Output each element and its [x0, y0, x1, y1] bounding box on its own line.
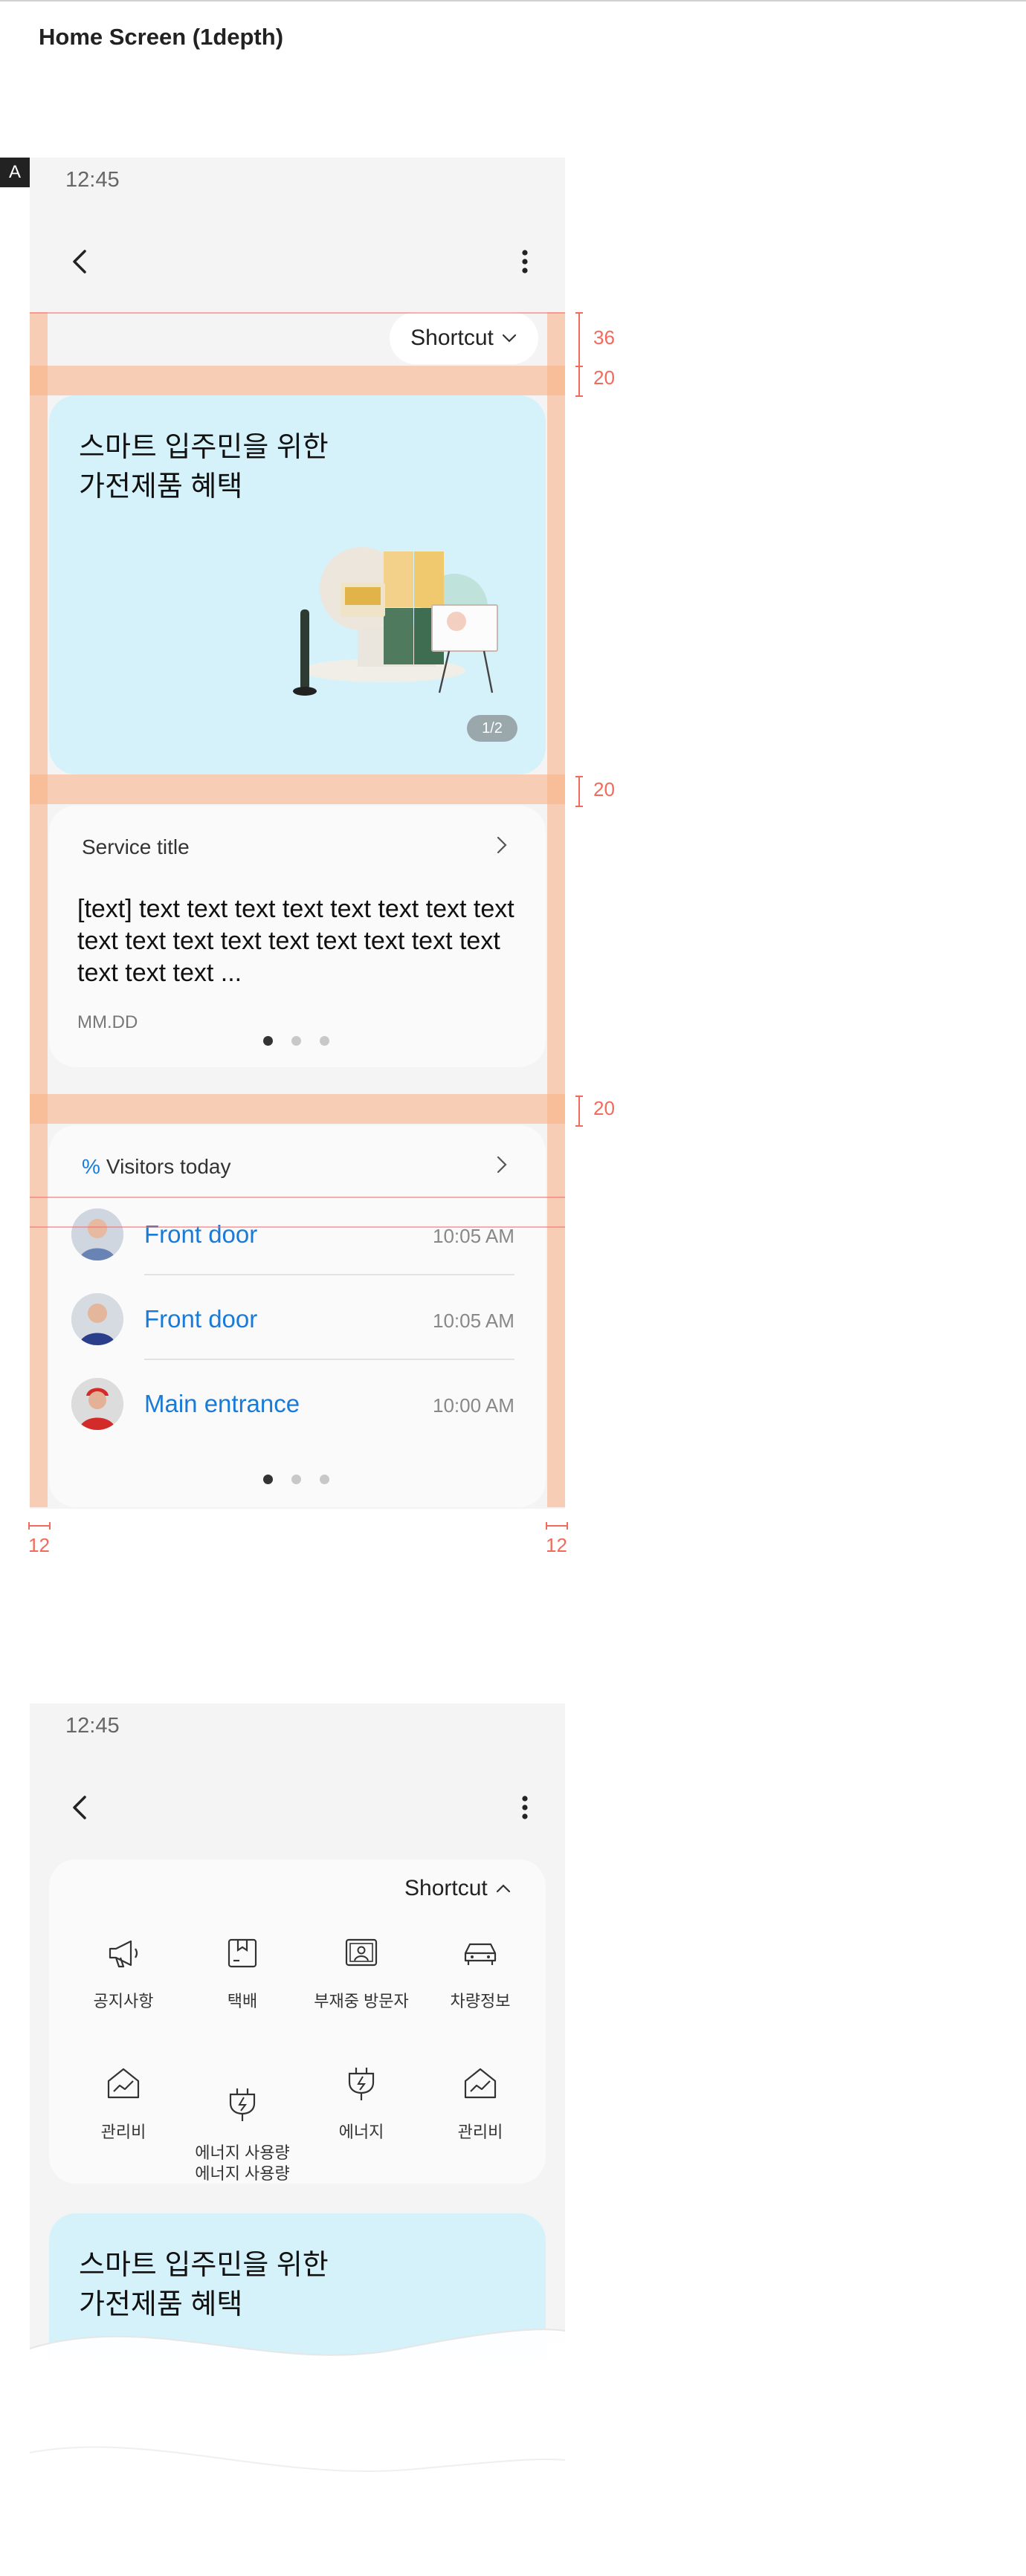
megaphone-icon — [109, 1940, 138, 1968]
service-title: Service title — [82, 835, 190, 858]
visitor-row[interactable]: Front door 10:05 AM — [71, 1208, 532, 1275]
margin-overlay-left — [30, 312, 48, 1507]
service-body-text: [text] text text text text text text tex… — [77, 895, 514, 987]
row-divider — [144, 1359, 514, 1360]
shortcut-energy-usage[interactable]: 에너지 사용량 에너지 사용량 — [183, 2065, 302, 2205]
spec-gap: 20 — [593, 1097, 615, 1119]
shortcut-label: 택배 — [227, 1992, 258, 2010]
shortcut-label: Shortcut — [410, 326, 494, 350]
chevron-right-icon — [497, 1156, 507, 1174]
shortcut-label: 공지사항 — [93, 1992, 154, 2010]
spec-gap: 20 — [593, 778, 615, 800]
back-icon[interactable] — [65, 1793, 95, 1822]
shortcut-button[interactable]: Shortcut — [390, 312, 538, 364]
hero-pager-badge: 1/2 — [467, 715, 517, 742]
page-title: Home Screen (1depth) — [39, 24, 284, 50]
dimension-bracket — [28, 1522, 51, 1530]
shortcut-fee[interactable]: 관리비 — [421, 2065, 540, 2143]
visitor-location: Front door — [144, 1220, 258, 1248]
visitors-prefix: % — [82, 1155, 100, 1178]
service-date: MM.DD — [77, 1012, 138, 1032]
car-icon — [464, 1943, 497, 1965]
package-icon — [228, 1938, 257, 1968]
shortcut-label: 에너지 사용량 에너지 사용량 — [195, 2143, 290, 2183]
spec-gap: 20 — [593, 366, 615, 389]
dimension-bracket — [546, 1522, 568, 1530]
page-dot — [320, 1036, 329, 1046]
shortcut-label: 부재중 방문자 — [314, 1992, 409, 2010]
dimension-bracket — [575, 366, 583, 397]
spec-shortcut-height: 36 — [593, 326, 615, 349]
fade-wave — [30, 2329, 565, 2557]
fee-chart-icon — [107, 2068, 140, 2099]
visitor-location: Main entrance — [144, 1390, 300, 1417]
shortcut-notice[interactable]: 공지사항 — [64, 1934, 183, 2012]
chevron-up-icon — [496, 1884, 510, 1893]
visitor-time: 10:00 AM — [433, 1394, 514, 1417]
guide-line — [30, 1197, 565, 1198]
shortcut-label: 에너지 — [338, 2123, 384, 2141]
page-dot-active — [263, 1475, 273, 1484]
more-options-icon[interactable] — [510, 1793, 540, 1822]
visitor-avatar — [71, 1208, 123, 1261]
appliances-illustration — [293, 547, 498, 696]
guide-line — [30, 312, 565, 314]
shortcut-missed-visitor[interactable]: 부재중 방문자 — [302, 1934, 421, 2012]
page-dot — [291, 1036, 301, 1046]
screen-marker: A — [0, 158, 30, 187]
shortcut-toggle[interactable]: Shortcut — [404, 1876, 512, 1901]
visitor-row[interactable]: Main entrance 10:00 AM — [71, 1378, 532, 1445]
top-divider — [0, 0, 1026, 1]
visitors-title: % Visitors today — [82, 1155, 231, 1178]
energy-plug-icon — [229, 2088, 256, 2121]
visitor-avatar — [71, 1293, 123, 1345]
phone-screen-1: 12:45 Shortcut 스마트 입주민을 위한 가전제품 혜택 1/2 S… — [30, 158, 565, 1509]
hero-title: 스마트 입주민을 위한 가전제품 혜택 — [79, 432, 329, 502]
visitor-avatar — [71, 1378, 123, 1430]
visitor-time: 10:05 AM — [433, 1310, 514, 1332]
hero-banner-card[interactable]: 스마트 입주민을 위한 가전제품 혜택 1/2 — [49, 395, 546, 774]
gap-overlay — [30, 774, 565, 804]
fee-chart-icon — [464, 2068, 497, 2099]
energy-plug-icon — [348, 2068, 375, 2100]
service-card[interactable]: Service title [text] text text text text… — [49, 806, 546, 1067]
page-dot — [320, 1475, 329, 1484]
dimension-bracket — [575, 1096, 583, 1127]
phone-screen-2: 12:45 Shortcut 공지사항 택배 부재중 방문자 차량정보 관리비 … — [30, 1703, 565, 2365]
status-time: 12:45 — [65, 1714, 120, 1738]
guide-line — [30, 1226, 565, 1228]
row-divider — [144, 1274, 514, 1275]
page-dot-active — [263, 1036, 273, 1046]
spec-margin-right: 12 — [546, 1534, 567, 1556]
shortcut-panel: Shortcut 공지사항 택배 부재중 방문자 차량정보 관리비 에너지 사용… — [49, 1860, 546, 2184]
dimension-bracket — [575, 312, 583, 367]
back-icon[interactable] — [65, 247, 95, 276]
visitor-location: Front door — [144, 1305, 258, 1333]
dimension-bracket — [575, 776, 583, 807]
shortcut-energy[interactable]: 에너지 — [302, 2065, 421, 2143]
visitor-time: 10:05 AM — [433, 1225, 514, 1247]
status-time: 12:45 — [65, 168, 120, 192]
gap-overlay — [30, 1094, 565, 1124]
shortcut-label: 관리비 — [457, 2123, 503, 2141]
page-dot — [291, 1475, 301, 1484]
shortcut-parcel[interactable]: 택배 — [183, 1934, 302, 2012]
visitors-card[interactable]: % Visitors today Front door 10:05 AM Fron… — [49, 1125, 546, 1507]
chevron-down-icon — [502, 334, 516, 343]
missed-visitor-icon — [345, 1938, 378, 1967]
shortcut-label: 관리비 — [100, 2123, 146, 2141]
shortcut-label: Shortcut — [404, 1876, 488, 1900]
chevron-right-icon — [497, 836, 507, 854]
gap-overlay — [30, 366, 565, 395]
spec-margin-left: 12 — [28, 1534, 50, 1556]
more-options-icon[interactable] — [510, 247, 540, 276]
shortcut-fee[interactable]: 관리비 — [64, 2065, 183, 2143]
shortcut-vehicle[interactable]: 차량정보 — [421, 1934, 540, 2012]
shortcut-label: 차량정보 — [450, 1992, 511, 2010]
visitor-row[interactable]: Front door 10:05 AM — [71, 1293, 532, 1360]
margin-overlay-right — [547, 312, 565, 1507]
